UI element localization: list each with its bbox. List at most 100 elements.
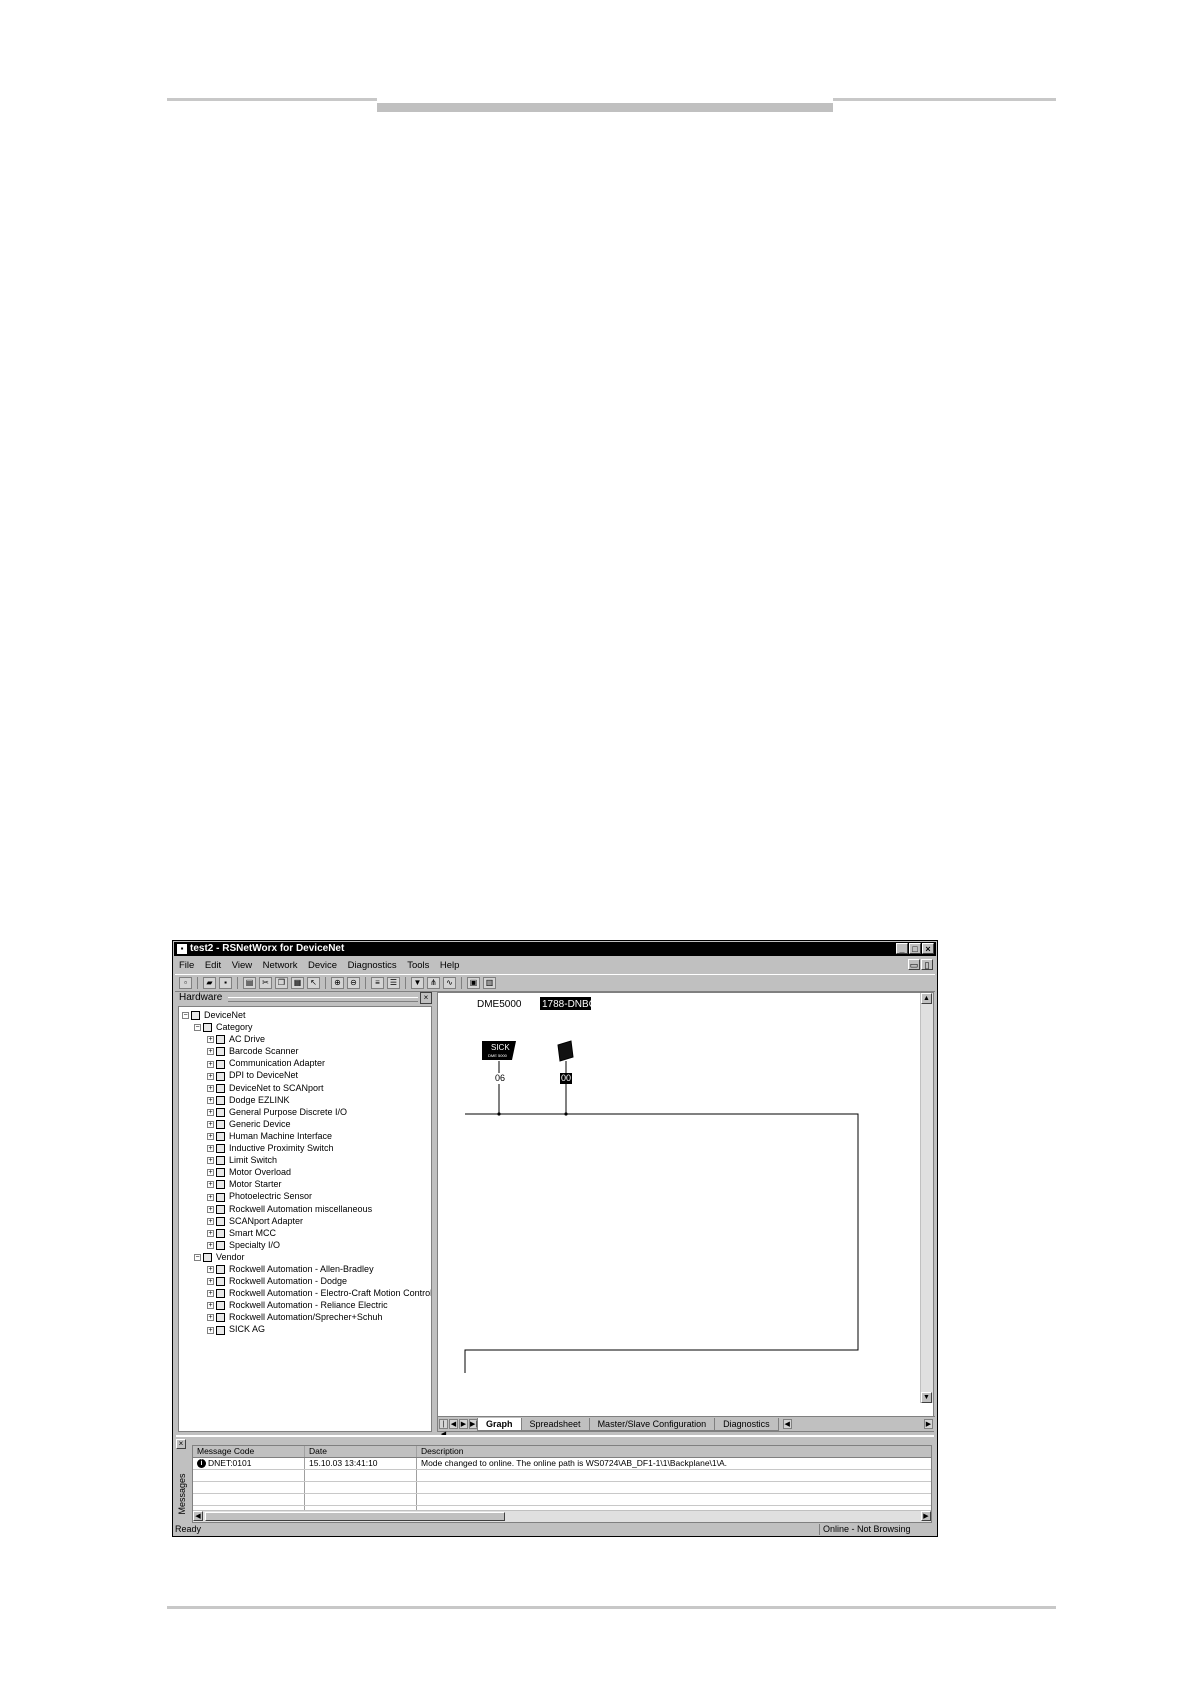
vendor-item[interactable]: + Rockwell Automation/Sprecher+Schuh	[179, 1311, 431, 1323]
expand-icon[interactable]: +	[207, 1084, 214, 1092]
expand-icon[interactable]: +	[207, 1133, 214, 1141]
expand-icon[interactable]: +	[207, 1060, 214, 1068]
device-label-dme5000[interactable]: DME5000	[477, 999, 522, 1010]
expand-icon[interactable]: +	[207, 1108, 214, 1116]
expand-icon[interactable]: +	[207, 1217, 214, 1225]
properties-icon[interactable]: ▣	[467, 977, 480, 989]
first-tab-icon[interactable]: |◀	[439, 1419, 448, 1438]
vendor-item[interactable]: + Rockwell Automation - Reliance Electric	[179, 1299, 431, 1311]
tab-master-slave-configuration[interactable]: Master/Slave Configuration	[588, 1417, 716, 1431]
print-icon[interactable]: ▤	[243, 977, 256, 989]
category-item[interactable]: + General Purpose Discrete I/O	[179, 1106, 431, 1118]
column-header-date[interactable]: Date	[305, 1446, 417, 1457]
paste-icon[interactable]: ▦	[291, 977, 304, 989]
vertical-scrollbar[interactable]: ▲ ▼	[920, 993, 933, 1403]
zoom-in-icon[interactable]: ⊕	[331, 977, 344, 989]
menu-help[interactable]: Help	[440, 960, 460, 971]
mdi-close-button[interactable]: ▯	[921, 959, 933, 970]
expand-icon[interactable]: +	[207, 1072, 214, 1080]
category-item[interactable]: + Specialty I/O	[179, 1239, 431, 1251]
menu-edit[interactable]: Edit	[205, 960, 221, 971]
column-header-description[interactable]: Description	[417, 1446, 931, 1457]
expand-icon[interactable]: +	[207, 1096, 214, 1104]
network-diagram[interactable]: DME5000 1788-DNBO SICK DME 5000 06 00	[438, 993, 921, 1403]
online-icon[interactable]: ▼	[411, 977, 424, 989]
title-bar[interactable]: ▪ test2 - RSNetWorx for DeviceNet _ □ ×	[174, 942, 936, 956]
copy-icon[interactable]: ❐	[275, 977, 288, 989]
tab-diagnostics[interactable]: Diagnostics	[714, 1417, 779, 1431]
category-item[interactable]: + Photoelectric Sensor	[179, 1190, 431, 1202]
collapse-icon[interactable]: −	[194, 1024, 201, 1032]
vendor-item[interactable]: + Rockwell Automation - Dodge	[179, 1275, 431, 1287]
category-item[interactable]: + Limit Switch	[179, 1154, 431, 1166]
close-icon[interactable]: ×	[420, 992, 432, 1004]
report-icon[interactable]: ▥	[483, 977, 496, 989]
expand-icon[interactable]: +	[207, 1314, 214, 1322]
expand-icon[interactable]: +	[207, 1302, 214, 1310]
prev-tab-icon[interactable]: ◀	[449, 1419, 458, 1429]
tree-item-vendor[interactable]: − Vendor	[179, 1251, 431, 1263]
close-icon[interactable]: ×	[176, 1439, 186, 1449]
tab-graph[interactable]: Graph	[477, 1417, 522, 1431]
list-icon[interactable]: ≡	[371, 977, 384, 989]
expand-icon[interactable]: +	[207, 1193, 214, 1201]
category-item[interactable]: + DeviceNet to SCANport	[179, 1082, 431, 1094]
menu-diagnostics[interactable]: Diagnostics	[348, 960, 397, 971]
scroll-down-icon[interactable]: ▼	[921, 1392, 932, 1403]
mdi-restore-button[interactable]: ▭	[908, 959, 920, 970]
scroll-left-icon[interactable]: ◀	[193, 1511, 203, 1521]
new-file-icon[interactable]: ▫	[179, 977, 192, 989]
tree-item-category[interactable]: − Category	[179, 1021, 431, 1033]
cut-icon[interactable]: ✂	[259, 977, 272, 989]
scroll-thumb[interactable]	[205, 1512, 505, 1521]
category-item[interactable]: + Motor Overload	[179, 1166, 431, 1178]
category-item[interactable]: + Smart MCC	[179, 1227, 431, 1239]
expand-icon[interactable]: +	[207, 1145, 214, 1153]
hardware-tree[interactable]: − DeviceNet − Category + AC Drive + Barcode S…	[178, 1006, 432, 1432]
vendor-item[interactable]: + Rockwell Automation - Electro-Craft Mot…	[179, 1287, 431, 1299]
scanner-card-icon[interactable]	[557, 1040, 574, 1062]
category-item[interactable]: + Motor Starter	[179, 1178, 431, 1190]
scroll-right-icon[interactable]: ▶	[921, 1511, 931, 1521]
category-item[interactable]: + DPI to DeviceNet	[179, 1069, 431, 1081]
expand-icon[interactable]: +	[207, 1036, 214, 1044]
device-label-1788-dnbo[interactable]: 1788-DNBO	[542, 999, 597, 1010]
category-item[interactable]: + Barcode Scanner	[179, 1045, 431, 1057]
network-graph[interactable]: DME5000 1788-DNBO SICK DME 5000 06 00 ▲ …	[437, 992, 935, 1438]
category-item[interactable]: + SCANport Adapter	[179, 1215, 431, 1227]
expand-icon[interactable]: +	[207, 1229, 214, 1237]
column-header-message-code[interactable]: Message Code	[193, 1446, 305, 1457]
network-icon[interactable]: ⋔	[427, 977, 440, 989]
category-item[interactable]: + Inductive Proximity Switch	[179, 1142, 431, 1154]
expand-icon[interactable]: +	[207, 1169, 214, 1177]
expand-icon[interactable]: +	[207, 1290, 214, 1298]
category-item[interactable]: + Generic Device	[179, 1118, 431, 1130]
category-item[interactable]: + AC Drive	[179, 1033, 431, 1045]
expand-icon[interactable]: +	[207, 1157, 214, 1165]
expand-icon[interactable]: +	[207, 1241, 214, 1249]
expand-icon[interactable]: +	[207, 1266, 214, 1274]
expand-icon[interactable]: +	[207, 1181, 214, 1189]
menu-view[interactable]: View	[232, 960, 252, 971]
category-item[interactable]: + Rockwell Automation miscellaneous	[179, 1203, 431, 1215]
diagnostic-icon[interactable]: ∿	[443, 977, 456, 989]
tab-scroll-left-icon[interactable]: ◀	[782, 1419, 792, 1429]
expand-icon[interactable]: +	[207, 1048, 214, 1056]
scroll-up-icon[interactable]: ▲	[921, 993, 932, 1004]
horizontal-scrollbar[interactable]: ◀ ▶	[193, 1510, 931, 1522]
category-item[interactable]: + Dodge EZLINK	[179, 1094, 431, 1106]
tree-item-devicenet[interactable]: − DeviceNet	[179, 1009, 431, 1021]
pointer-help-icon[interactable]: ↖	[307, 977, 320, 989]
menu-tools[interactable]: Tools	[407, 960, 429, 971]
messages-table[interactable]: Message Code Date Description i DNET:0101…	[192, 1445, 932, 1523]
menu-device[interactable]: Device	[308, 960, 337, 971]
category-item[interactable]: + Human Machine Interface	[179, 1130, 431, 1142]
open-folder-icon[interactable]: ▰	[203, 977, 216, 989]
next-tab-icon[interactable]: ▶	[459, 1419, 468, 1429]
maximize-button[interactable]: □	[909, 943, 921, 954]
details-icon[interactable]: ☰	[387, 977, 400, 989]
expand-icon[interactable]: +	[207, 1278, 214, 1286]
category-item[interactable]: + Communication Adapter	[179, 1057, 431, 1069]
vendor-item[interactable]: + SICK AG	[179, 1323, 431, 1335]
table-row[interactable]: i DNET:0101 15.10.03 13:41:10 Mode change…	[193, 1458, 931, 1470]
